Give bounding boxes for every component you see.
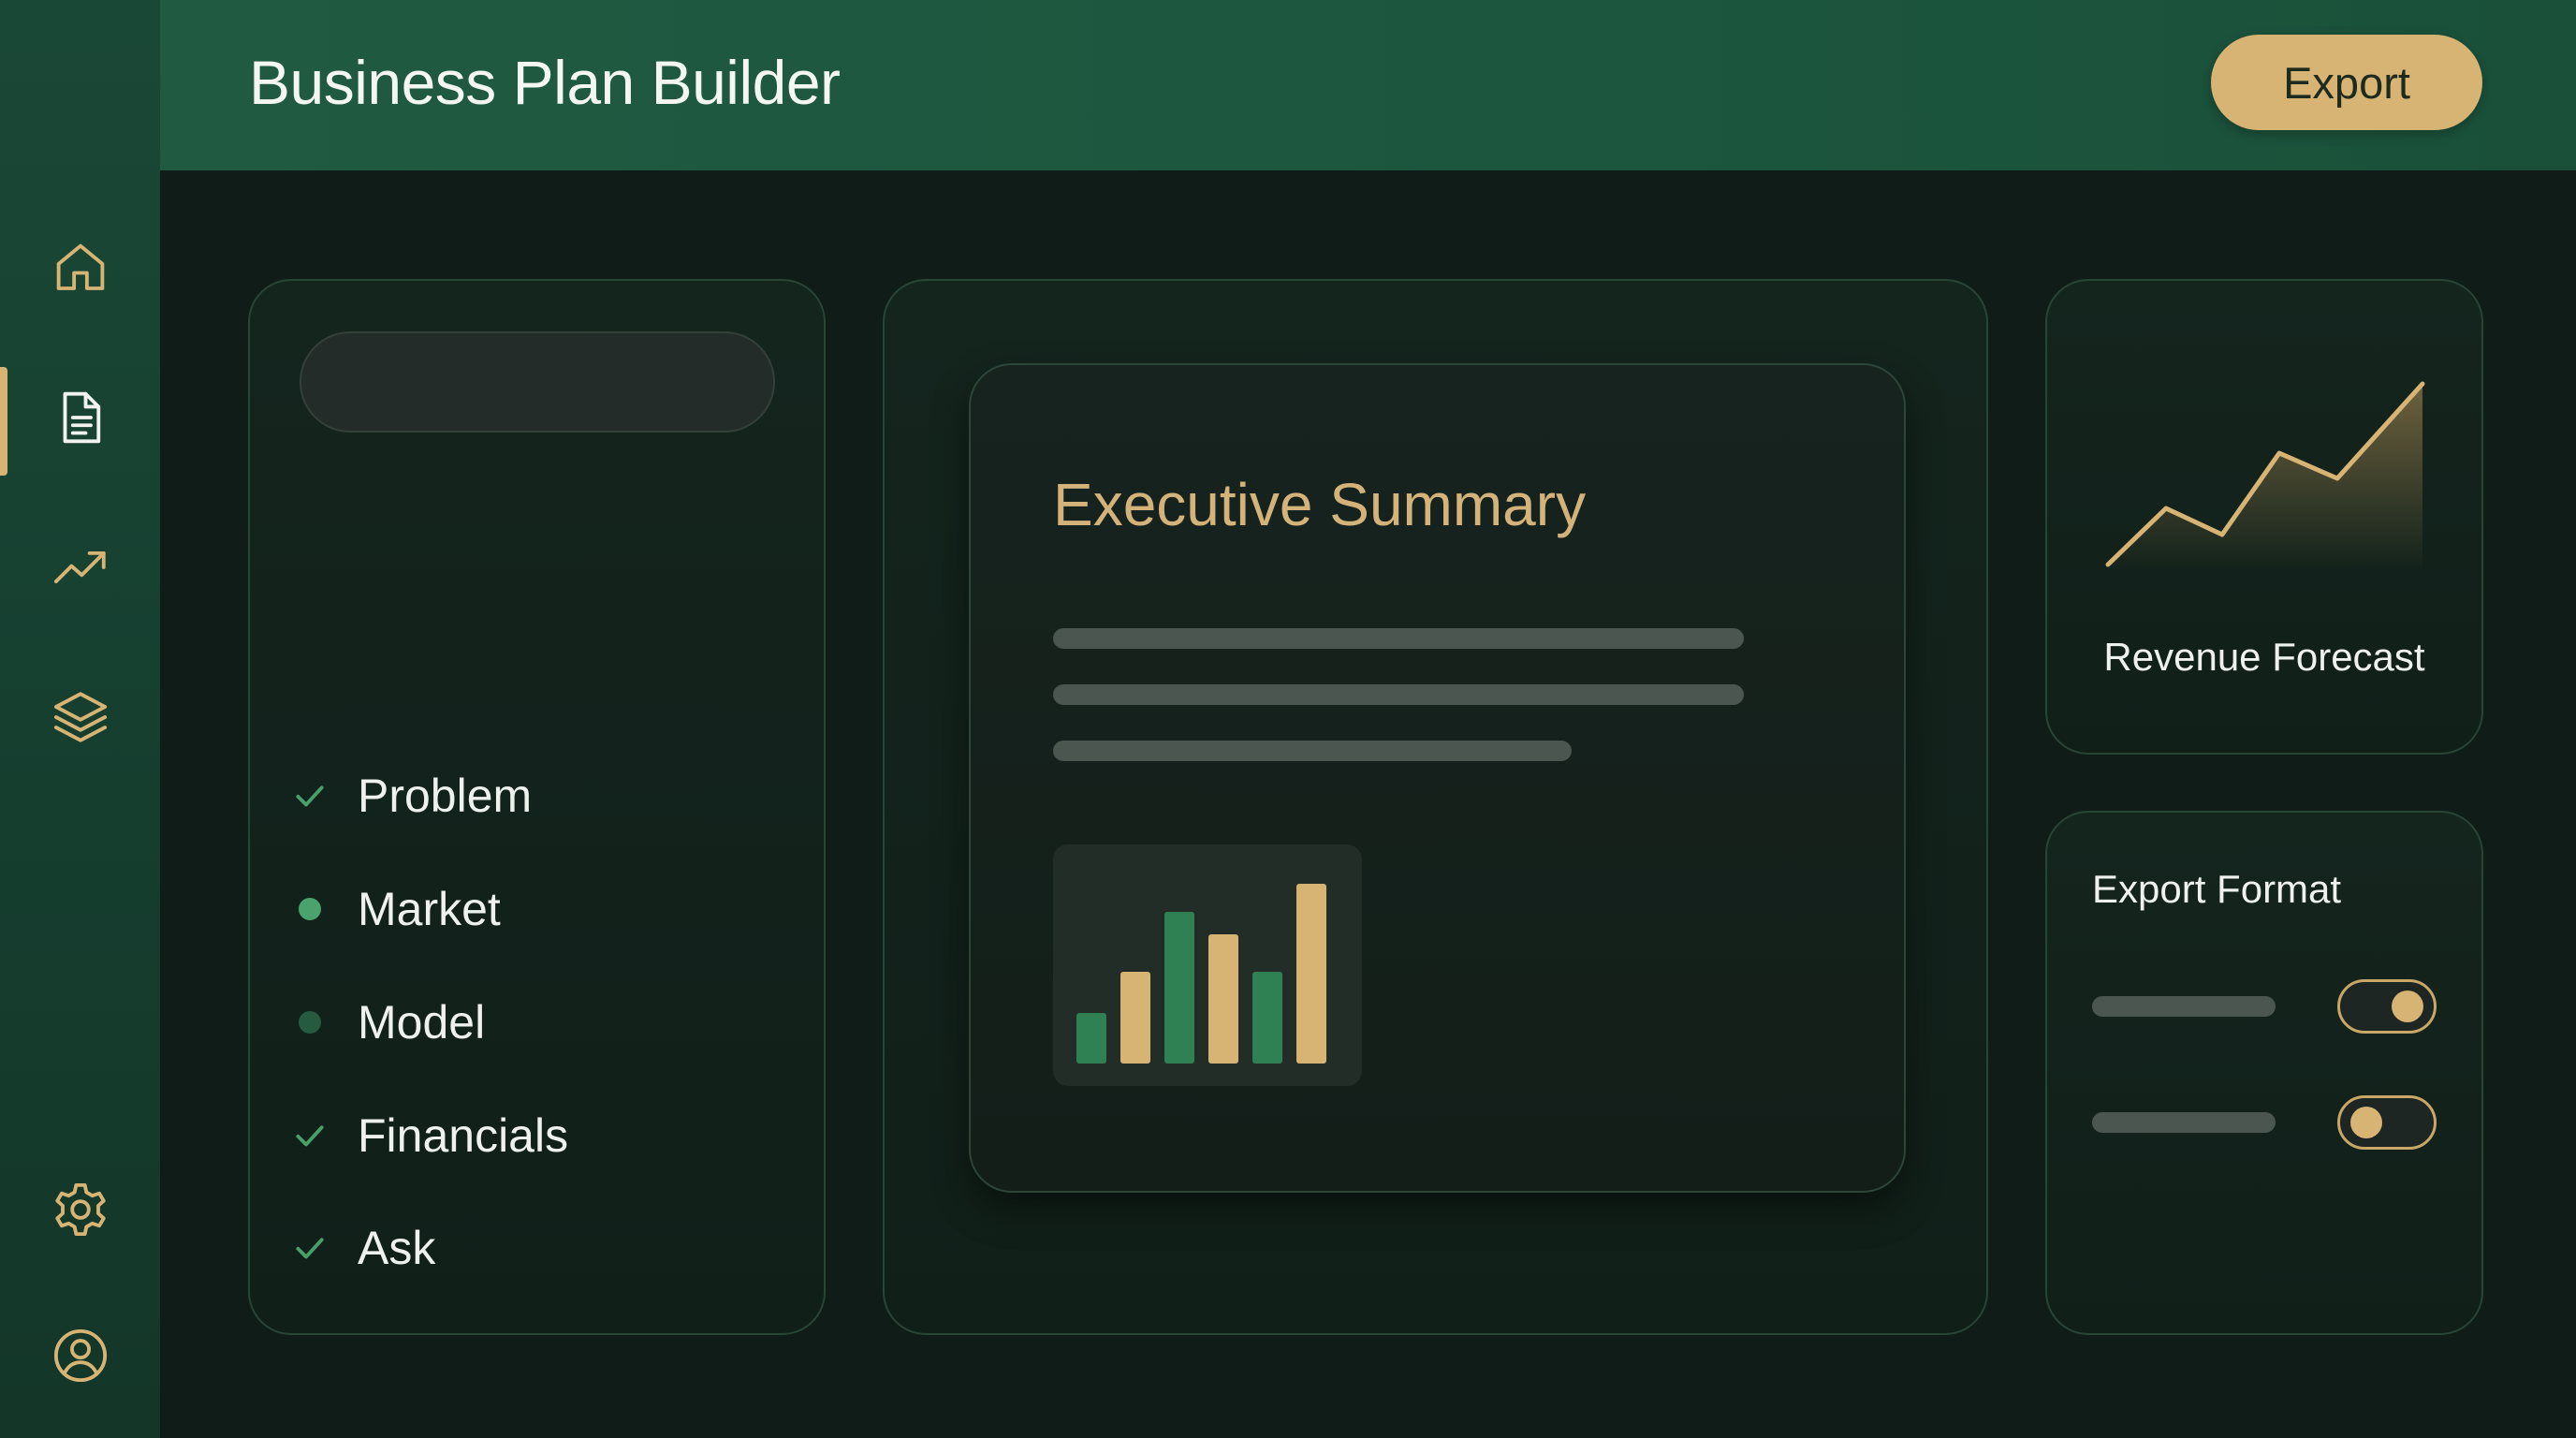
chart-bar — [1120, 972, 1150, 1064]
outline-item-label: Model — [358, 996, 486, 1049]
text-placeholder-line — [1053, 741, 1572, 761]
layers-icon — [53, 692, 107, 742]
pending-dot-icon — [292, 1005, 328, 1040]
document-icon — [63, 391, 100, 444]
text-placeholder-line — [1053, 684, 1744, 705]
sidebar-item-layers[interactable] — [0, 642, 160, 792]
export-option-toggle-1[interactable] — [2337, 979, 2437, 1034]
check-icon — [292, 778, 328, 814]
revenue-forecast-label: Revenue Forecast — [2103, 635, 2425, 679]
export-format-panel: Export Format — [2045, 811, 2483, 1335]
active-dot-icon — [292, 891, 328, 927]
outline-item-label: Financials — [358, 1109, 569, 1162]
app-window: Business Plan Builder Export Problem Mar… — [0, 0, 2576, 1438]
check-icon — [292, 1118, 328, 1153]
trending-up-icon — [53, 550, 106, 584]
outline-item-label: Market — [358, 883, 501, 935]
chart-bar — [1164, 912, 1194, 1064]
sidebar-item-profile[interactable] — [0, 1281, 160, 1431]
option-placeholder-line — [2092, 996, 2276, 1017]
search-input[interactable] — [300, 331, 775, 433]
document-editor-panel: Executive Summary — [883, 279, 1988, 1335]
export-format-title: Export Format — [2092, 867, 2342, 911]
section-outline-panel: Problem Market Model Financials Ask — [248, 279, 826, 1335]
outline-item-market[interactable]: Market — [292, 872, 501, 946]
gear-icon — [54, 1182, 106, 1237]
outline-item-problem[interactable]: Problem — [292, 758, 532, 833]
chart-bar — [1208, 934, 1238, 1064]
toggle-knob — [2392, 990, 2423, 1022]
text-placeholder-line — [1053, 628, 1744, 649]
revenue-forecast-card[interactable]: Revenue Forecast — [2045, 279, 2483, 755]
outline-item-financials[interactable]: Financials — [292, 1098, 568, 1173]
sidebar-item-home[interactable] — [0, 193, 160, 343]
chart-bar — [1296, 884, 1326, 1064]
export-button[interactable]: Export — [2211, 35, 2482, 130]
sidebar — [0, 0, 160, 1438]
outline-item-label: Ask — [358, 1222, 436, 1274]
option-placeholder-line — [2092, 1112, 2276, 1133]
revenue-line-graphic — [2105, 381, 2425, 571]
check-icon — [292, 1230, 328, 1266]
app-header: Business Plan Builder Export — [160, 0, 2576, 170]
sidebar-item-analytics[interactable] — [0, 492, 160, 642]
home-icon — [56, 243, 104, 290]
sidebar-item-settings[interactable] — [0, 1135, 160, 1284]
outline-item-label: Problem — [358, 770, 533, 822]
user-circle-icon — [53, 1328, 107, 1383]
chart-bar — [1076, 1013, 1106, 1064]
export-option-toggle-2[interactable] — [2337, 1095, 2437, 1150]
sidebar-item-documents[interactable] — [0, 343, 160, 492]
chart-bar — [1252, 972, 1282, 1064]
toggle-knob — [2350, 1107, 2382, 1138]
outline-item-ask[interactable]: Ask — [292, 1211, 435, 1285]
document-page[interactable]: Executive Summary — [969, 363, 1906, 1193]
bar-chart-thumbnail — [1053, 844, 1362, 1086]
document-title: Executive Summary — [1053, 471, 1587, 538]
page-title: Business Plan Builder — [249, 48, 841, 117]
outline-item-model[interactable]: Model — [292, 985, 485, 1060]
bar-chart-graphic — [1076, 884, 1326, 1064]
